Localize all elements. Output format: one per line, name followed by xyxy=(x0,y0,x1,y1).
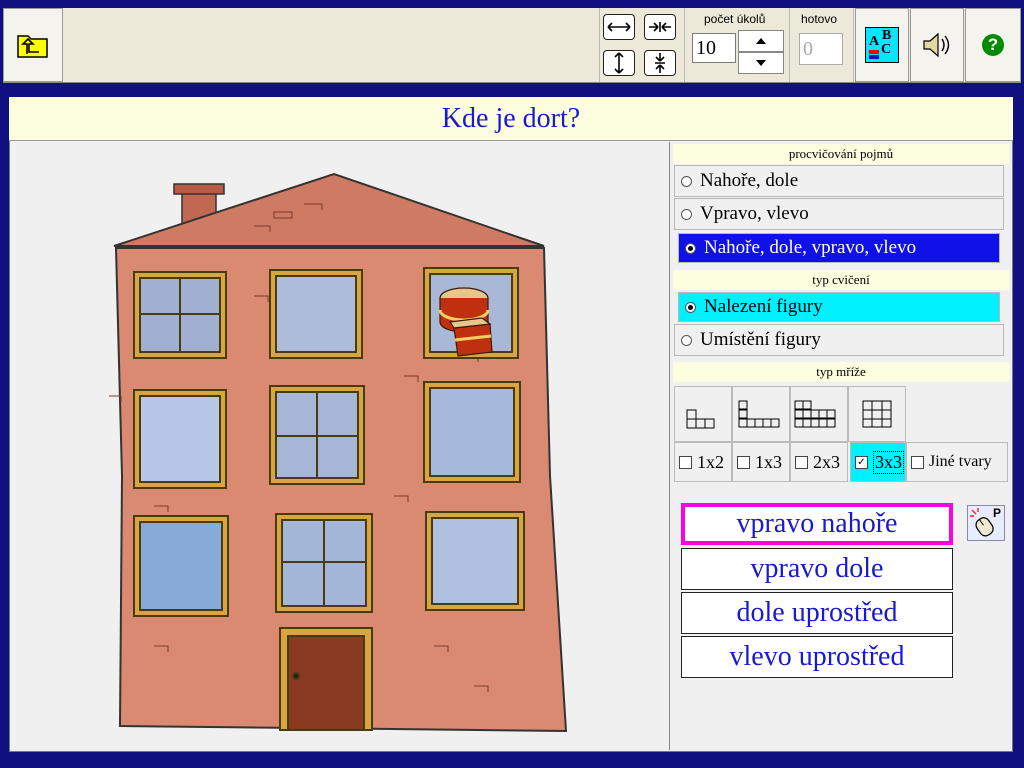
grid-2x3-button[interactable] xyxy=(790,386,848,442)
grid-option-3x3[interactable]: ✓ 3x3 xyxy=(850,442,906,482)
radio-selected-icon xyxy=(685,242,696,254)
grid-3x3-icon xyxy=(862,400,892,428)
narrow-horizontal-button[interactable] xyxy=(644,14,676,40)
radio-selected-icon xyxy=(685,301,696,313)
toolbar-spacer xyxy=(63,8,600,82)
task-count-increment-button[interactable] xyxy=(738,30,784,52)
narrow-vertical-button[interactable] xyxy=(644,50,676,76)
grid-option-label: Jiné tvary xyxy=(929,453,992,470)
folder-up-icon xyxy=(17,35,48,58)
checkbox-icon xyxy=(911,455,924,469)
answer-option[interactable]: vlevo uprostřed xyxy=(681,636,953,678)
answer-option[interactable]: vpravo nahoře xyxy=(681,503,953,545)
concept-option-label: Nahoře, dole, vpravo, vlevo xyxy=(704,237,917,258)
concept-option-up-down[interactable]: Nahoře, dole xyxy=(674,165,1004,197)
grid-1x2-icon xyxy=(686,409,715,429)
exercise-type-heading: typ cvičení xyxy=(673,270,1009,290)
abc-icon: A B C xyxy=(865,27,899,63)
exercise-option-find[interactable]: Nalezení figury xyxy=(678,292,1000,322)
grid-3x3-button[interactable] xyxy=(848,386,906,442)
help-button[interactable]: ? xyxy=(965,8,1021,82)
radio-icon xyxy=(681,334,692,346)
help-icon: ? xyxy=(982,34,1004,56)
exercise-option-label: Umístění figury xyxy=(700,329,821,350)
arrows-out-horizontal-icon xyxy=(607,22,631,32)
grid-2x3-icon xyxy=(794,400,836,428)
arrows-in-horizontal-icon xyxy=(649,22,671,32)
task-title: Kde je dort? xyxy=(441,102,581,134)
task-title-bar: Kde je dort? xyxy=(9,97,1013,141)
grid-option-1x2[interactable]: 1x2 xyxy=(674,442,732,482)
arrows-out-vertical-icon xyxy=(614,52,624,74)
task-count-label: počet úkolů xyxy=(704,12,766,26)
grid-option-label: 3x3 xyxy=(873,450,904,474)
widen-vertical-button[interactable] xyxy=(603,50,635,76)
checkbox-icon xyxy=(795,455,808,469)
house-illustration xyxy=(109,172,568,733)
task-count-decrement-button[interactable] xyxy=(738,52,784,74)
grid-option-label: 1x2 xyxy=(697,451,724,472)
widen-horizontal-button[interactable] xyxy=(603,14,635,40)
radio-icon xyxy=(681,208,692,220)
grid-1x3-button[interactable] xyxy=(732,386,790,442)
task-count-input[interactable]: 10 xyxy=(692,33,736,63)
concept-option-right-left[interactable]: Vpravo, vlevo xyxy=(674,198,1004,230)
back-button[interactable] xyxy=(3,8,63,82)
sound-button[interactable] xyxy=(910,8,964,82)
arrows-in-vertical-icon xyxy=(655,53,665,73)
radio-icon xyxy=(681,175,692,187)
done-label: hotovo xyxy=(801,12,838,26)
answer-option[interactable]: dole uprostřed xyxy=(681,592,953,634)
print-button[interactable]: P xyxy=(967,505,1005,541)
concept-option-all[interactable]: Nahoře, dole, vpravo, vlevo xyxy=(678,233,1000,263)
checkbox-icon xyxy=(737,455,750,469)
concept-option-label: Vpravo, vlevo xyxy=(700,203,809,224)
grid-option-2x3[interactable]: 2x3 xyxy=(790,442,848,482)
checkbox-checked-icon: ✓ xyxy=(855,455,868,469)
grid-option-label: 2x3 xyxy=(813,451,840,472)
done-value-field: 0 xyxy=(799,33,843,65)
spelling-button[interactable]: A B C xyxy=(855,8,909,82)
concepts-heading: procvičování pojmů xyxy=(673,144,1009,164)
answer-option[interactable]: vpravo dole xyxy=(681,548,953,590)
print-letter: P xyxy=(992,506,1001,520)
house-picture xyxy=(14,146,666,748)
speaker-icon xyxy=(923,32,950,58)
exercise-option-label: Nalezení figury xyxy=(704,296,823,317)
grid-1x2-button[interactable] xyxy=(674,386,732,442)
grid-option-other-shapes[interactable]: Jiné tvary xyxy=(906,442,1008,482)
triangle-down-icon xyxy=(756,60,766,66)
grid-type-heading: typ mříže xyxy=(673,362,1009,382)
grid-1x3-icon xyxy=(738,400,780,428)
concept-option-label: Nahoře, dole xyxy=(700,170,799,191)
checkbox-icon xyxy=(679,455,692,469)
grid-option-1x3[interactable]: 1x3 xyxy=(732,442,790,482)
triangle-up-icon xyxy=(756,38,766,44)
grid-option-label: 1x3 xyxy=(755,451,782,472)
exercise-option-place[interactable]: Umístění figury xyxy=(674,324,1004,356)
